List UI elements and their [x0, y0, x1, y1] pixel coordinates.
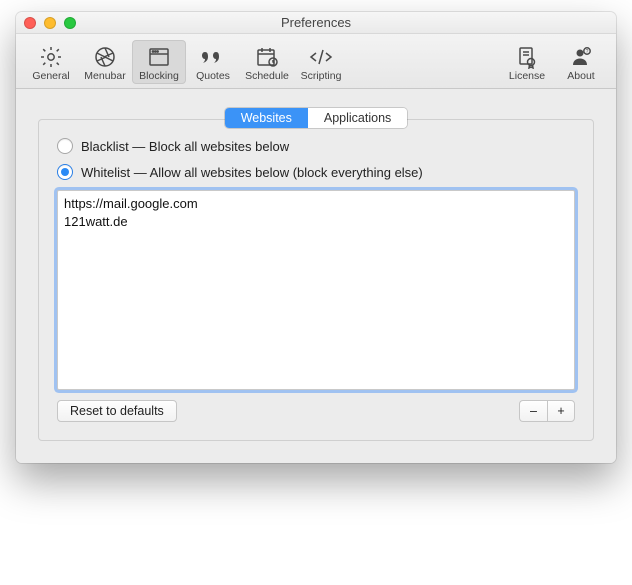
toolbar-label: About — [567, 70, 594, 82]
radio-blacklist-row[interactable]: Blacklist — Block all websites below — [57, 138, 575, 154]
toolbar-about[interactable]: ? About — [554, 40, 608, 84]
add-remove-group: – + — [519, 400, 575, 422]
window-icon — [147, 44, 171, 70]
toolbar-label: Quotes — [196, 70, 230, 82]
toolbar-quotes[interactable]: Quotes — [186, 40, 240, 84]
blocking-panel: Websites Applications Blacklist — Block … — [38, 119, 594, 441]
toolbar-label: License — [509, 70, 545, 82]
add-button[interactable]: + — [547, 400, 575, 422]
content-area: Websites Applications Blacklist — Block … — [16, 89, 616, 463]
radio-icon — [57, 138, 73, 154]
toolbar-label: General — [32, 70, 69, 82]
quotes-icon — [199, 44, 227, 70]
tab-applications[interactable]: Applications — [308, 108, 407, 128]
window-title: Preferences — [16, 15, 616, 30]
list-item[interactable]: https://mail.google.com — [64, 195, 568, 213]
code-icon — [308, 44, 334, 70]
svg-text:?: ? — [586, 49, 589, 55]
titlebar: Preferences — [16, 12, 616, 34]
toolbar-license[interactable]: License — [500, 40, 554, 84]
person-icon: ? — [569, 44, 593, 70]
license-icon — [515, 44, 539, 70]
website-list[interactable]: https://mail.google.com 121watt.de — [57, 190, 575, 390]
bottom-row: Reset to defaults – + — [57, 400, 575, 422]
toolbar-label: Scripting — [301, 70, 342, 82]
toolbar-schedule[interactable]: Schedule — [240, 40, 294, 84]
reset-button[interactable]: Reset to defaults — [57, 400, 177, 422]
toolbar-label: Schedule — [245, 70, 289, 82]
toolbar-scripting[interactable]: Scripting — [294, 40, 348, 84]
aperture-icon — [93, 44, 117, 70]
toolbar-menubar[interactable]: Menubar — [78, 40, 132, 84]
segmented-control: Websites Applications — [225, 108, 408, 128]
radio-icon — [57, 164, 73, 180]
calendar-icon — [255, 44, 279, 70]
toolbar-general[interactable]: General — [24, 40, 78, 84]
toolbar-label: Blocking — [139, 70, 179, 82]
toolbar: General Menubar Blocking Quotes Schedule — [16, 34, 616, 89]
toolbar-blocking[interactable]: Blocking — [132, 40, 186, 84]
preferences-window: Preferences General Menubar Blocking Quo… — [16, 12, 616, 463]
radio-whitelist-label: Whitelist — Allow all websites below (bl… — [81, 165, 423, 180]
toolbar-label: Menubar — [84, 70, 125, 82]
list-item[interactable]: 121watt.de — [64, 213, 568, 231]
gear-icon — [39, 44, 63, 70]
tab-websites[interactable]: Websites — [225, 108, 308, 128]
radio-blacklist-label: Blacklist — Block all websites below — [81, 139, 289, 154]
remove-button[interactable]: – — [519, 400, 547, 422]
radio-whitelist-row[interactable]: Whitelist — Allow all websites below (bl… — [57, 164, 575, 180]
